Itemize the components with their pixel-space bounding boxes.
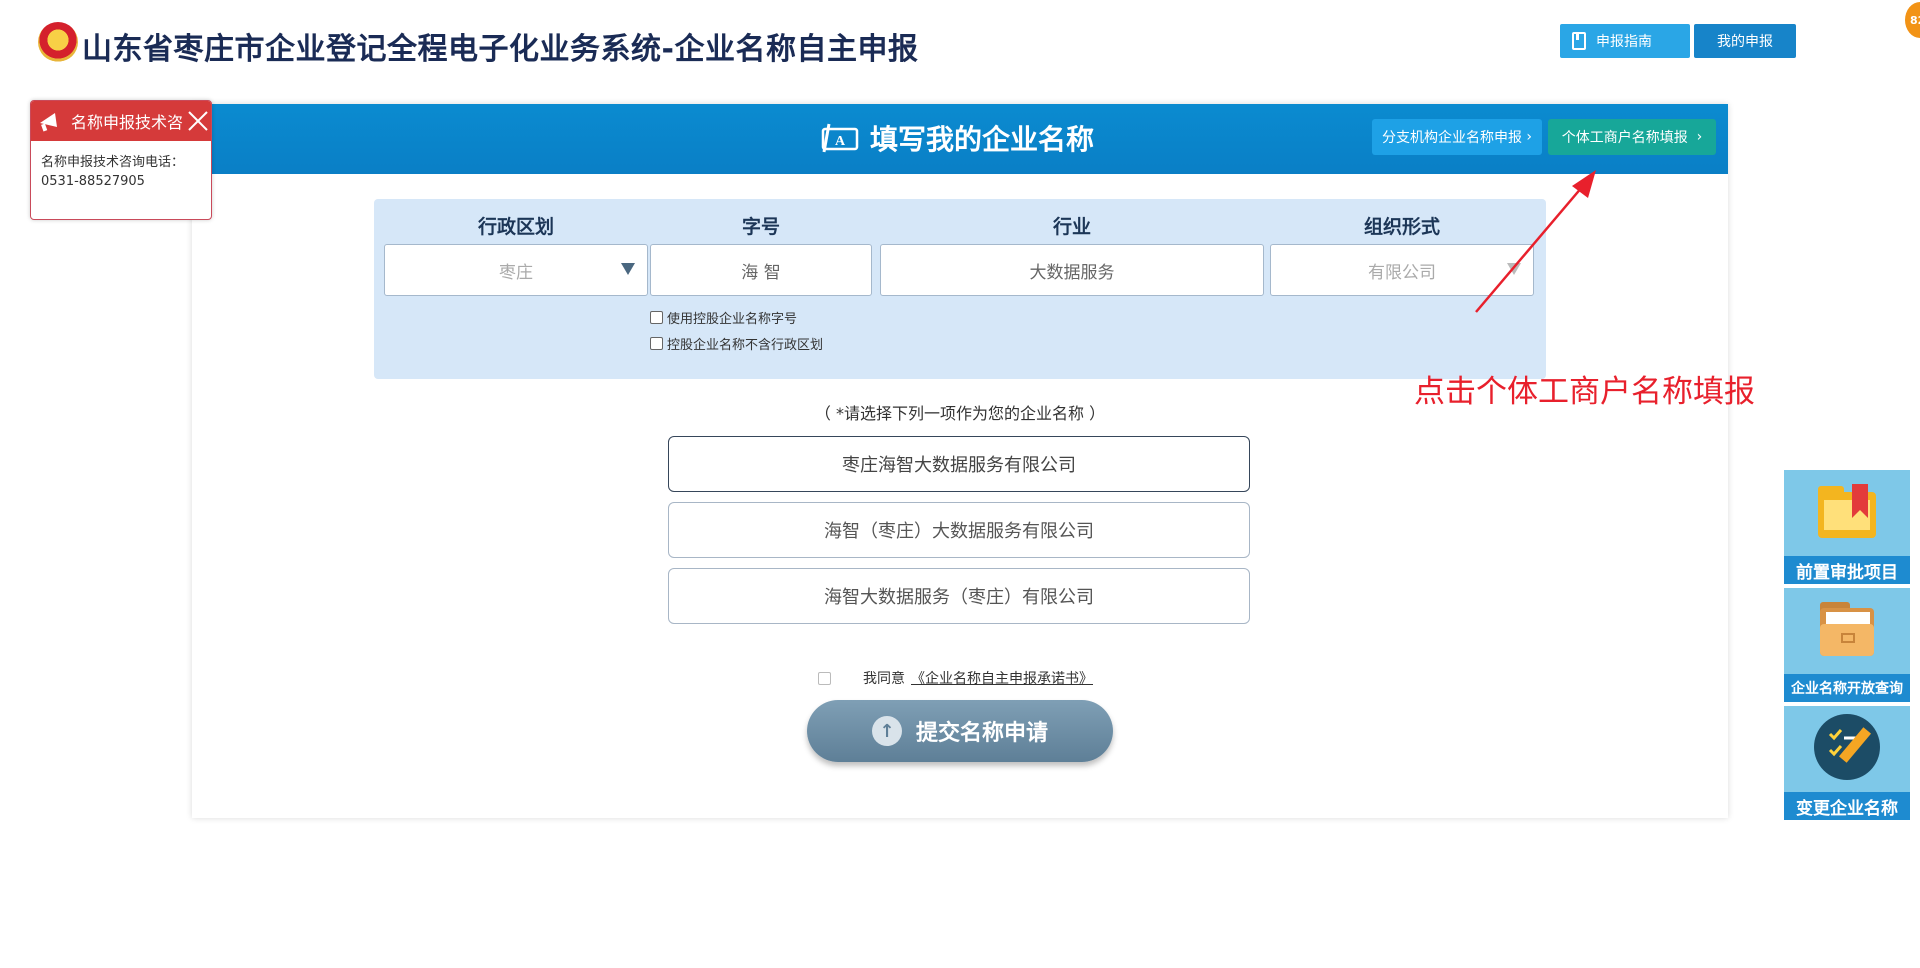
individual-business-label: 个体工商户名称填报 xyxy=(1561,130,1688,146)
chevron-right-icon: › xyxy=(1687,129,1703,145)
org-form-select-value: 有限公司 xyxy=(1368,262,1436,283)
my-apply-button[interactable]: 我的申报 xyxy=(1694,24,1796,58)
agreement-link[interactable]: 《企业名称自主申报承诺书》 xyxy=(911,668,1093,688)
svg-text:A: A xyxy=(835,134,846,149)
industry-input[interactable]: 大数据服务 xyxy=(880,244,1264,296)
side-name-query-label: 企业名称开放查询 xyxy=(1784,674,1910,702)
submit-label: 提交名称申请 xyxy=(915,721,1048,746)
annotation-arrow xyxy=(1475,170,1596,313)
industry-label: 行业 xyxy=(1052,216,1091,238)
close-icon[interactable] xyxy=(187,110,209,132)
annotation-text: 点击个体工商户名称填报 xyxy=(1414,374,1755,410)
page-title: 山东省枣庄市企业登记全程电子化业务系统-企业名称自主申报 xyxy=(82,32,919,67)
no-region-option[interactable]: 控股企业名称不含行政区划 xyxy=(650,334,823,353)
megaphone-icon xyxy=(40,113,57,132)
region-label: 行政区划 xyxy=(477,216,554,238)
name-option-1[interactable]: 枣庄海智大数据服务有限公司 xyxy=(668,436,1250,492)
agree-checkbox[interactable] xyxy=(818,671,831,685)
book-icon xyxy=(1572,32,1586,50)
chevron-right-icon: › xyxy=(1521,129,1533,145)
name-option-3[interactable]: 海智大数据服务（枣庄）有限公司 xyxy=(668,568,1250,624)
dropdown-arrow-icon xyxy=(621,263,635,275)
side-approval-label: 前置审批项目 xyxy=(1784,556,1910,584)
popup-phone-label: 名称申报技术咨询电话： xyxy=(41,155,185,170)
side-change-name-widget[interactable]: 变更企业名称 xyxy=(1784,706,1910,820)
branch-name-label: 分支机构企业名称申报 xyxy=(1381,130,1522,146)
use-parent-name-label: 使用控股企业名称字号 xyxy=(667,312,798,327)
agreement-row: 我同意 《企业名称自主申报承诺书》 xyxy=(818,668,1093,688)
region-select[interactable]: 枣庄 xyxy=(384,244,648,296)
side-approval-widget[interactable]: 前置审批项目 xyxy=(1784,470,1910,584)
brand-label: 字号 xyxy=(741,216,780,238)
folder-bookmark-icon xyxy=(1818,484,1876,538)
side-name-query-widget[interactable]: 企业名称开放查询 xyxy=(1784,588,1910,702)
no-region-label: 控股企业名称不含行政区划 xyxy=(667,338,824,353)
checklist-pen-icon xyxy=(1814,714,1880,780)
brand-input[interactable]: 海 智 xyxy=(650,244,872,296)
side-change-name-label: 变更企业名称 xyxy=(1784,792,1910,820)
national-emblem-icon xyxy=(38,22,78,62)
region-select-value: 枣庄 xyxy=(499,262,533,283)
individual-business-button[interactable]: 个体工商户名称填报 › xyxy=(1548,119,1716,155)
use-parent-name-option[interactable]: 使用控股企业名称字号 xyxy=(650,308,797,327)
popup-header: 名称申报技术咨 xyxy=(31,101,211,141)
choose-hint: （ *请选择下列一项作为您的企业名称 ） xyxy=(814,404,1106,423)
upload-icon: ↑ xyxy=(871,716,902,746)
panel-title: A 填写我的企业名称 xyxy=(820,118,1094,158)
panel-title-text: 填写我的企业名称 xyxy=(870,123,1095,156)
edit-form-icon: A xyxy=(821,123,859,153)
popup-body: 名称申报技术咨询电话： 0531-88527905 xyxy=(41,153,184,191)
guide-button[interactable]: 申报指南 xyxy=(1560,24,1690,58)
use-parent-name-checkbox[interactable] xyxy=(650,311,663,324)
submit-name-button[interactable]: ↑ 提交名称申请 xyxy=(807,700,1113,762)
popup-title: 名称申报技术咨 xyxy=(71,113,184,132)
name-option-2[interactable]: 海智（枣庄）大数据服务有限公司 xyxy=(668,502,1250,558)
folder-documents-icon xyxy=(1820,602,1874,656)
notification-badge[interactable]: 82 xyxy=(1905,2,1920,38)
no-region-checkbox[interactable] xyxy=(650,337,663,350)
consult-popup: 名称申报技术咨 名称申报技术咨询电话： 0531-88527905 xyxy=(30,100,212,220)
branch-name-button[interactable]: 分支机构企业名称申报 › xyxy=(1372,119,1542,155)
agreement-prefix: 我同意 xyxy=(863,671,905,687)
guide-button-label: 申报指南 xyxy=(1596,34,1652,50)
popup-phone-number: 0531-88527905 xyxy=(41,174,145,189)
